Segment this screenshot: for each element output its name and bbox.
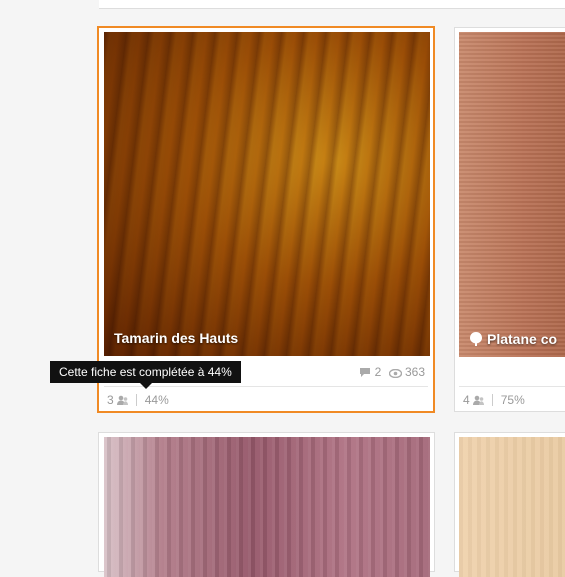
completion-tooltip: Cette fiche est complétée à 44% — [50, 361, 241, 389]
card-meta: 4 75% — [463, 393, 525, 407]
completion-percent[interactable]: 44% — [145, 393, 169, 407]
wood-card-row2-left[interactable] — [98, 432, 435, 577]
wood-image-platane[interactable]: Platane co — [459, 32, 565, 357]
meta-separator — [492, 394, 494, 406]
contributor-count: 4 — [463, 393, 470, 407]
wood-card-row2-right[interactable] — [454, 432, 565, 577]
user-icon — [117, 395, 129, 405]
tooltip-text: Cette fiche est complétée à 44% — [59, 365, 232, 379]
meta-separator — [136, 394, 138, 406]
user-icon — [473, 395, 485, 405]
card-meta: 3 44% — [107, 393, 169, 407]
card-title[interactable]: Tamarin des Hauts — [114, 330, 238, 346]
wood-card-tamarin[interactable]: Tamarin des Hauts 2 363 3 44% — [97, 26, 435, 413]
wood-image-cedar[interactable] — [104, 437, 430, 577]
comment-count: 2 — [374, 365, 382, 379]
wood-card-platane[interactable]: Platane co 4 75% — [454, 27, 565, 412]
wood-image-tamarin[interactable]: Tamarin des Hauts — [104, 32, 430, 356]
card-divider — [104, 386, 428, 387]
tree-leaf-icon — [470, 332, 482, 346]
card-title[interactable]: Platane co — [469, 331, 557, 347]
card-stats: 2 363 — [359, 365, 425, 379]
wood-image-light[interactable] — [459, 437, 565, 577]
eye-icon — [388, 368, 402, 379]
view-count: 363 — [404, 365, 425, 379]
top-card-edge — [99, 0, 565, 9]
card-divider — [459, 386, 565, 387]
comment-icon — [360, 368, 371, 377]
completion-percent[interactable]: 75% — [501, 393, 525, 407]
contributor-count: 3 — [107, 393, 114, 407]
tooltip-arrow — [140, 383, 152, 389]
